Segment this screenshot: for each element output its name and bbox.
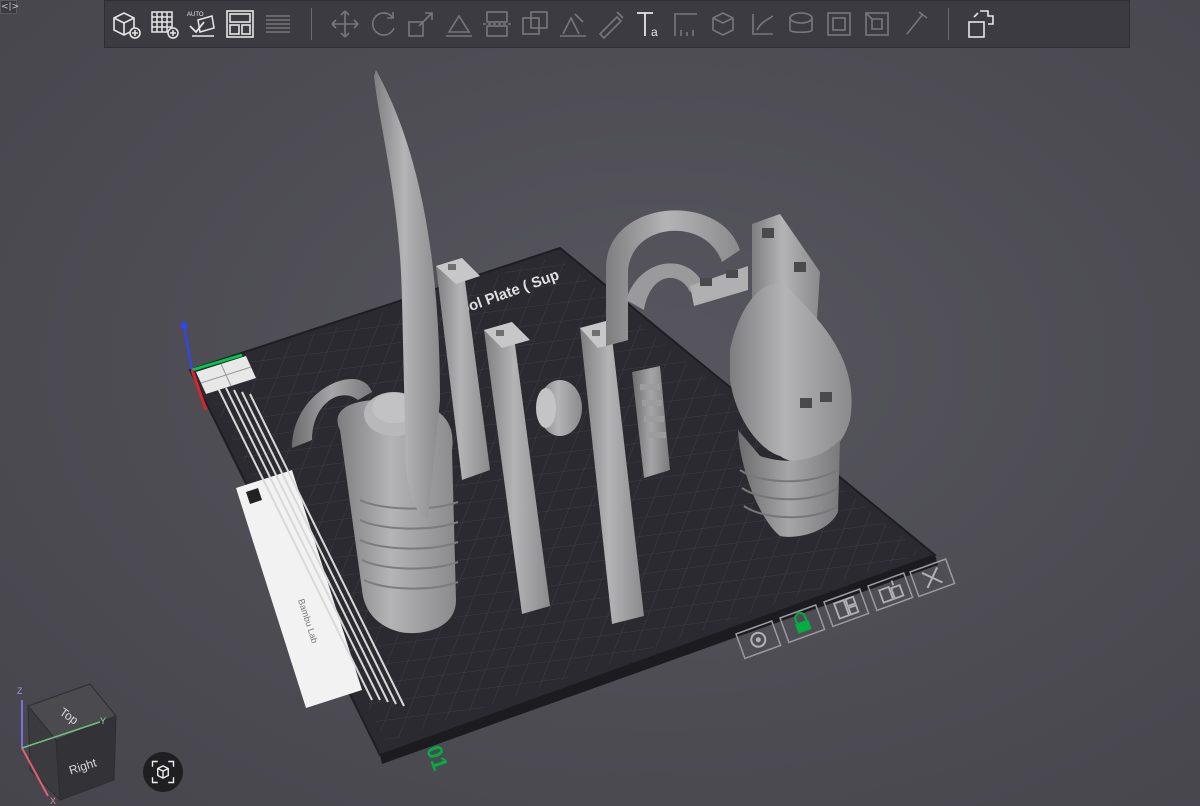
toolbar-separator	[948, 8, 949, 40]
add-object-icon[interactable]	[108, 6, 144, 42]
svg-text:AUTO: AUTO	[187, 12, 204, 18]
model-arch[interactable]	[606, 210, 748, 346]
variable-layer-icon[interactable]	[745, 6, 781, 42]
measure-icon[interactable]	[669, 6, 705, 42]
text-tool-icon[interactable]: a	[631, 6, 667, 42]
arrange-icon[interactable]	[222, 6, 258, 42]
scale-icon[interactable]	[403, 6, 439, 42]
axis-z-label: Z	[17, 686, 23, 696]
rotate-icon[interactable]	[365, 6, 401, 42]
move-icon[interactable]	[327, 6, 363, 42]
top-toolbar: AUTO a	[104, 0, 1130, 48]
mesh-boolean-icon[interactable]	[517, 6, 553, 42]
axis-y-label: Y	[100, 716, 106, 726]
split-to-plates-icon[interactable]	[260, 6, 296, 42]
explode-icon[interactable]	[964, 6, 1000, 42]
auto-orient-icon[interactable]: AUTO	[184, 6, 220, 42]
cut-icon[interactable]	[479, 6, 515, 42]
svg-text:a: a	[651, 25, 658, 39]
emboss-icon[interactable]	[897, 6, 933, 42]
toolbar-separator	[311, 8, 312, 40]
sidebar-collapse-toggle[interactable]: <|>	[0, 0, 19, 14]
scene[interactable]: Cool Plate ( Sup 01 A Bambu Lab	[0, 0, 1200, 806]
lay-on-face-icon[interactable]	[441, 6, 477, 42]
add-plate-icon[interactable]	[146, 6, 182, 42]
support-paint-icon[interactable]	[555, 6, 591, 42]
fit-view-icon	[151, 760, 175, 784]
brim-ears-icon[interactable]	[859, 6, 895, 42]
seam-paint-icon[interactable]	[593, 6, 629, 42]
color-paint-icon[interactable]	[783, 6, 819, 42]
3d-viewport[interactable]: Cool Plate ( Sup 01 A Bambu Lab	[0, 0, 1200, 806]
fuzzy-skin-icon[interactable]	[821, 6, 857, 42]
assembly-icon[interactable]	[707, 6, 743, 42]
axis-x-label: X	[50, 796, 56, 806]
fit-view-button[interactable]	[143, 752, 183, 792]
